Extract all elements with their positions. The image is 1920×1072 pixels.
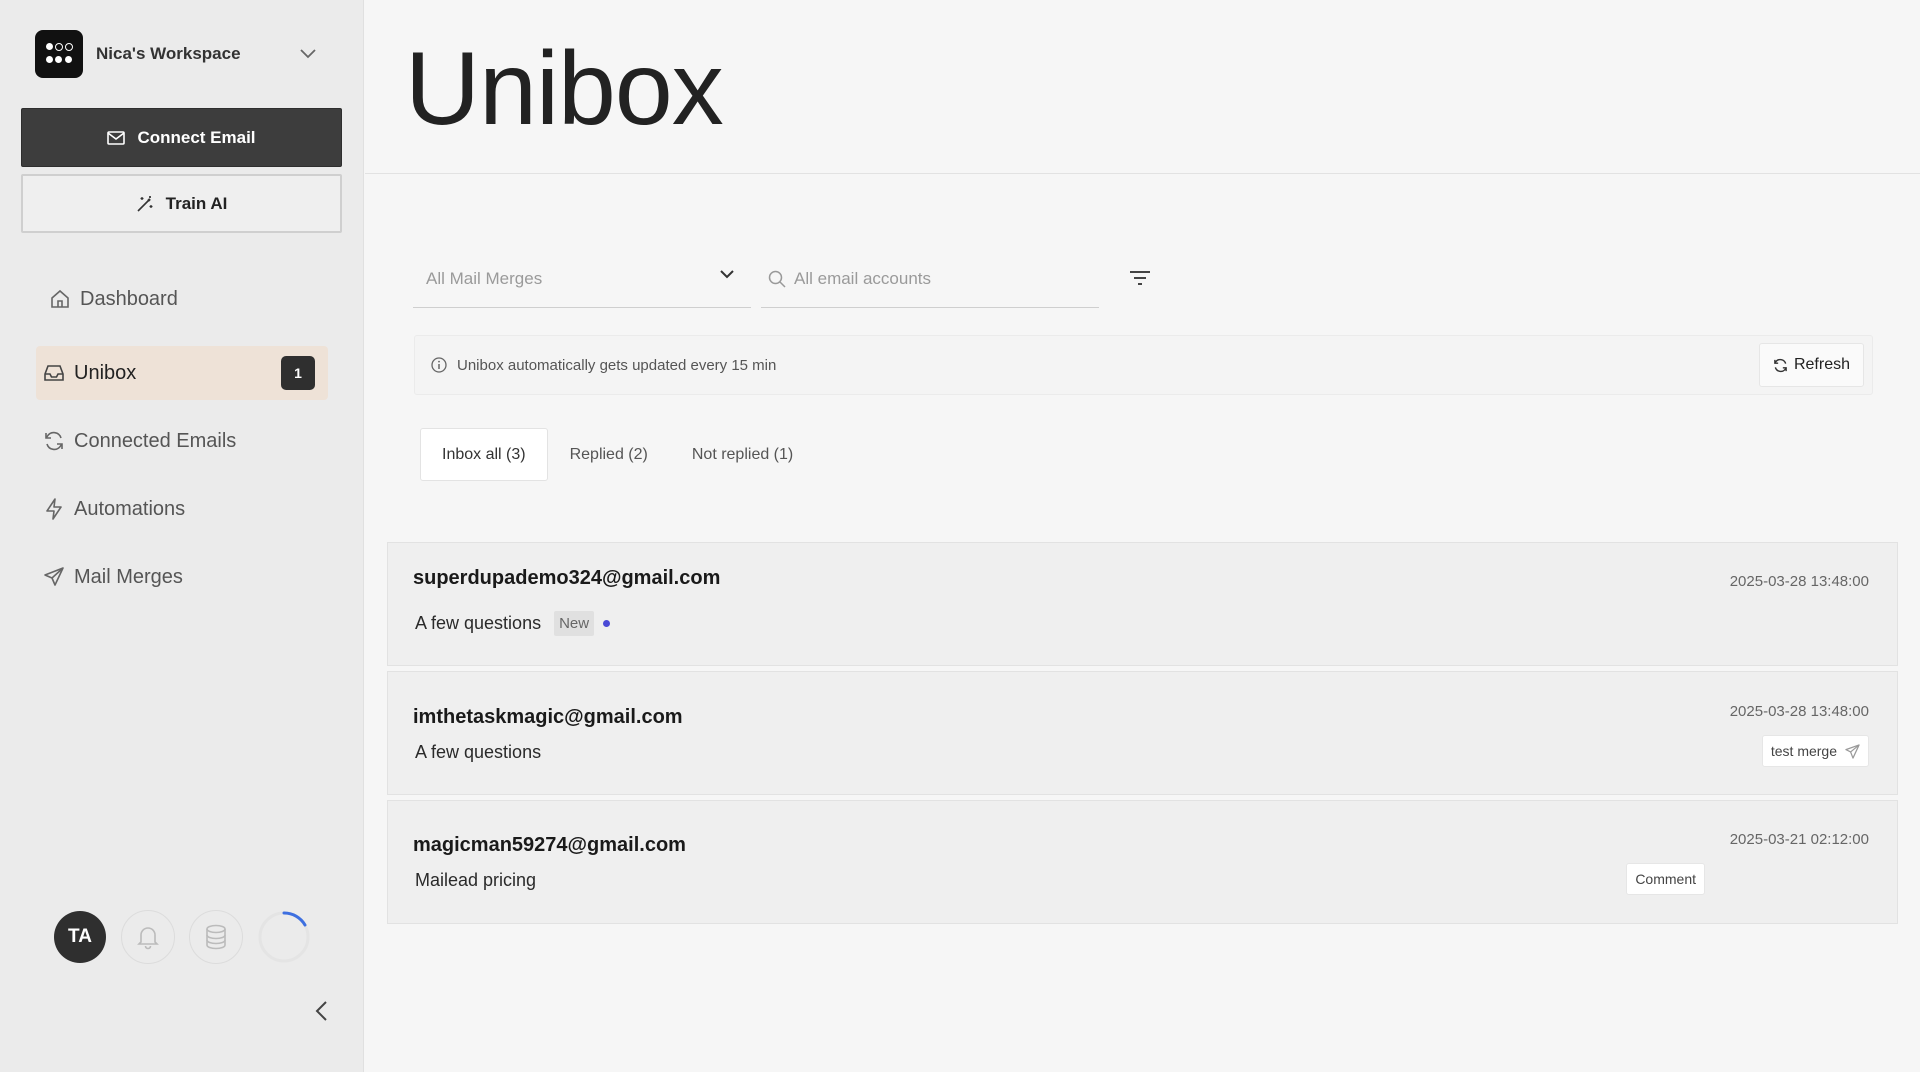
email-account-search-input[interactable] (794, 268, 1084, 289)
sidebar-item-label: Automations (74, 497, 186, 520)
train-ai-label: Train AI (165, 193, 228, 213)
magic-wand-icon (137, 195, 153, 212)
message-subject-line: A few questions New (415, 611, 611, 636)
workspace-logo (35, 30, 83, 78)
filter-icon (1130, 271, 1150, 285)
filters-bar: All Mail Merges (413, 250, 1153, 310)
message-row[interactable]: magicman59274@gmail.com Mailead pricing … (387, 800, 1898, 924)
database-icon (206, 924, 226, 950)
sidebar-footer: TA (54, 910, 311, 964)
mail-merge-tag-label: test merge (1770, 743, 1837, 759)
sidebar-item-label: Connected Emails (74, 429, 237, 452)
message-sender: magicman59274@gmail.com (413, 834, 686, 856)
message-subject: A few questions (415, 613, 542, 633)
page-header: Unibox (365, 0, 1920, 174)
refresh-label: Refresh (1793, 356, 1850, 373)
unread-indicator (603, 620, 611, 627)
tab-not-replied[interactable]: Not replied (1) (670, 428, 815, 481)
avatar[interactable]: TA (54, 911, 106, 963)
unread-count-badge: 1 (281, 356, 315, 390)
sidebar-item-label: Unibox (74, 361, 137, 384)
message-row[interactable]: imthetaskmagic@gmail.com A few questions… (387, 671, 1898, 795)
chevron-down-icon (720, 270, 734, 279)
mail-merge-tag[interactable]: test merge (1761, 735, 1869, 767)
database-button[interactable] (189, 910, 243, 964)
info-icon (431, 357, 447, 373)
sidebar-item-label: Mail Merges (74, 565, 183, 588)
loading-spinner-icon (257, 910, 311, 964)
message-date: 2025-03-28 13:48:00 (1729, 703, 1869, 720)
page-title: Unibox (405, 31, 724, 147)
refresh-button[interactable]: Refresh (1758, 343, 1864, 387)
comment-tag[interactable]: Comment (1626, 863, 1705, 895)
bolt-icon (42, 497, 66, 521)
message-subject: Mailead pricing (415, 870, 537, 890)
tab-inbox-all[interactable]: Inbox all (3) (420, 428, 548, 481)
collapse-sidebar-button[interactable] (306, 996, 336, 1026)
workspace-switcher[interactable]: Nica's Workspace (35, 30, 320, 78)
sidebar-nav: Dashboard Unibox 1 Connected Emails Auto… (36, 272, 328, 618)
inbox-icon (42, 361, 66, 385)
bell-icon (137, 927, 159, 950)
notifications-button[interactable] (121, 910, 175, 964)
sidebar-item-dashboard[interactable]: Dashboard (36, 272, 328, 326)
new-badge: New (554, 611, 595, 636)
refresh-icon (1774, 358, 1787, 372)
mail-merge-select-value: All Mail Merges (426, 268, 543, 288)
connect-email-button[interactable]: Connect Email (21, 108, 342, 167)
workspace-name: Nica's Workspace (96, 44, 241, 63)
mail-icon (107, 130, 126, 145)
sync-icon (42, 429, 66, 453)
message-subject: A few questions (415, 742, 542, 762)
sidebar-item-automations[interactable]: Automations (36, 482, 328, 536)
sidebar-item-label: Dashboard (80, 287, 178, 310)
sidebar: Nica's Workspace Connect Email Train AI … (0, 0, 364, 1072)
message-subject-line: Mailead pricing (415, 870, 536, 891)
sidebar-item-connected-emails[interactable]: Connected Emails (36, 414, 328, 468)
message-sender: superdupademo324@gmail.com (413, 567, 721, 589)
inbox-tabs: Inbox all (3) Replied (2) Not replied (1… (420, 428, 815, 481)
filter-button[interactable] (1126, 264, 1154, 292)
send-icon (42, 565, 66, 589)
search-icon (768, 270, 786, 288)
tab-replied[interactable]: Replied (2) (548, 428, 670, 481)
message-sender: imthetaskmagic@gmail.com (413, 706, 683, 728)
message-subject-line: A few questions (415, 742, 541, 763)
message-row[interactable]: superdupademo324@gmail.com A few questio… (387, 542, 1898, 666)
send-icon (1845, 743, 1860, 759)
train-ai-button[interactable]: Train AI (21, 174, 342, 233)
message-date: 2025-03-21 02:12:00 (1729, 831, 1869, 848)
sidebar-item-mail-merges[interactable]: Mail Merges (36, 550, 328, 604)
chevron-down-icon (296, 42, 320, 66)
chevron-left-icon (315, 1001, 327, 1021)
comment-tag-label: Comment (1635, 871, 1696, 887)
sidebar-item-unibox[interactable]: Unibox 1 (36, 346, 328, 400)
home-icon (48, 287, 72, 311)
mail-merge-select[interactable]: All Mail Merges (413, 250, 751, 308)
auto-update-message: Unibox automatically gets updated every … (457, 356, 777, 374)
auto-update-notice: Unibox automatically gets updated every … (414, 335, 1873, 395)
email-account-search (761, 250, 1099, 308)
connect-email-label: Connect Email (137, 127, 256, 147)
message-list: superdupademo324@gmail.com A few questio… (387, 542, 1898, 929)
message-date: 2025-03-28 13:48:00 (1729, 573, 1869, 590)
